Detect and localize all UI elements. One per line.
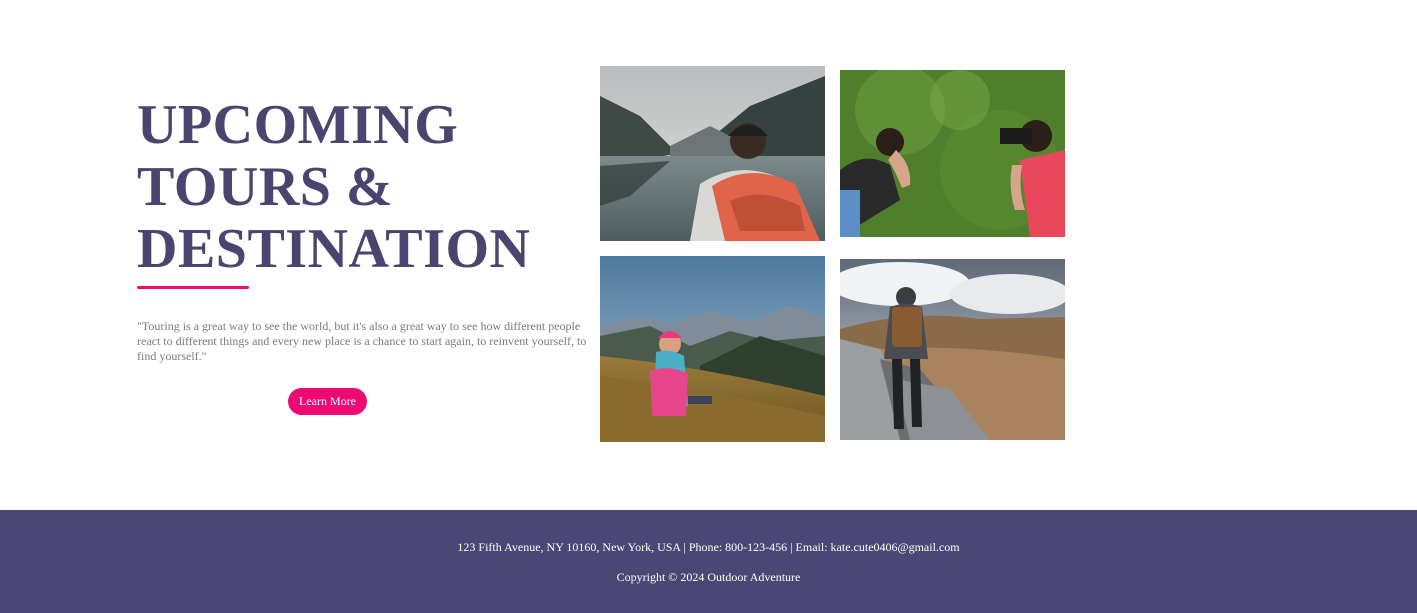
photographers-grass-photo — [840, 70, 1065, 237]
hiker-rocky-path-photo — [840, 259, 1065, 440]
page-title: UPCOMING TOURS & DESTINATION — [137, 94, 597, 280]
title-line-3: DESTINATION — [137, 218, 531, 280]
title-line-2: TOURS & — [137, 156, 394, 218]
hiker-lake-photo — [600, 66, 825, 241]
site-footer: 123 Fifth Avenue, NY 10160, New York, US… — [0, 510, 1417, 613]
footer-contact-info: 123 Fifth Avenue, NY 10160, New York, US… — [457, 540, 960, 554]
hero-section: UPCOMING TOURS & DESTINATION "Touring is… — [0, 0, 1417, 510]
title-underline — [137, 286, 249, 289]
travel-quote: "Touring is a great way to see the world… — [137, 319, 587, 363]
learn-more-button[interactable]: Learn More — [288, 388, 367, 415]
footer-copyright: Copyright © 2024 Outdoor Adventure — [616, 570, 801, 584]
title-line-1: UPCOMING — [137, 94, 459, 156]
girl-mountain-photo — [600, 256, 825, 442]
